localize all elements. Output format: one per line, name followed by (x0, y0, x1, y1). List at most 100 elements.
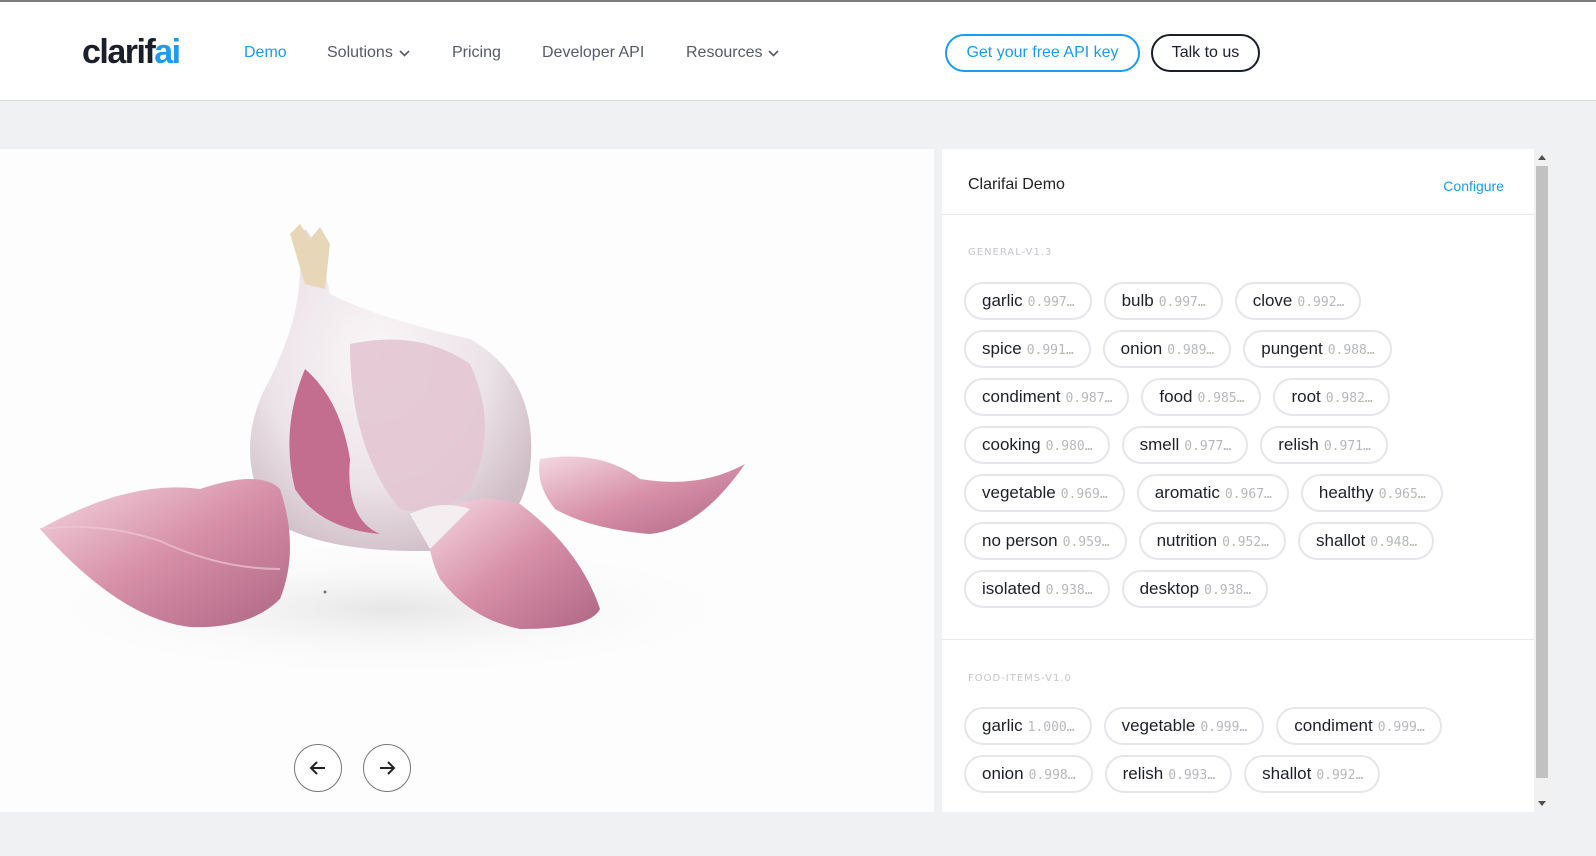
concept-tag[interactable]: onion 0.998… (964, 755, 1093, 793)
concept-tag[interactable]: root 0.982… (1273, 378, 1390, 416)
clarifai-logo[interactable]: clarifai (82, 32, 181, 72)
concept-tags-food: garlic 1.000… vegetable 0.999… condiment 0.99… (964, 707, 1494, 803)
concept-value: 0.938… (1204, 583, 1252, 598)
concept-value: 0.965… (1378, 487, 1426, 502)
model-label-food: FOOD-ITEMS-V1.0 (968, 673, 1072, 684)
concept-value: 0.985… (1197, 391, 1245, 406)
concept-tag[interactable]: vegetable 0.969… (964, 474, 1125, 512)
talk-to-us-button[interactable]: Talk to us (1151, 34, 1260, 72)
concept-value: 0.980… (1045, 439, 1093, 454)
image-viewer (0, 149, 934, 812)
predictions-panel: Clarifai Demo Configure GENERAL-V1.3 gar… (942, 149, 1534, 812)
concept-value: 0.992… (1297, 295, 1345, 310)
concept-tag[interactable]: clove 0.992… (1234, 282, 1362, 320)
concept-value: 0.988… (1327, 343, 1375, 358)
concept-value: 0.999… (1377, 720, 1425, 735)
concept-name: bulb (1121, 291, 1154, 310)
concept-value: 0.997… (1158, 295, 1206, 310)
scroll-down-arrow[interactable] (1538, 801, 1546, 806)
model-divider (942, 639, 1534, 640)
panel-scrollbar[interactable] (1534, 149, 1550, 812)
nav-demo[interactable]: Demo (244, 42, 287, 64)
concept-tag[interactable]: no person 0.959… (964, 522, 1127, 560)
concept-name: food (1159, 387, 1193, 406)
concept-name: condiment (982, 387, 1061, 406)
arrow-left-icon (309, 761, 325, 775)
concept-value: 0.999… (1200, 720, 1248, 735)
concept-name: onion (982, 764, 1024, 783)
concept-tag[interactable]: pungent 0.988… (1243, 330, 1392, 368)
concept-tag[interactable]: spice 0.991… (964, 330, 1091, 368)
concept-tag[interactable]: garlic 1.000… (964, 707, 1092, 745)
concept-name: pungent (1261, 339, 1323, 358)
nav-solutions[interactable]: Solutions (327, 42, 410, 64)
concept-name: relish (1278, 435, 1319, 454)
concept-tag[interactable]: isolated 0.938… (964, 570, 1110, 608)
concept-tags-general: garlic 0.997… bulb 0.997… clove 0.992… spice 0.… (964, 282, 1494, 618)
nav-pricing[interactable]: Pricing (452, 42, 501, 64)
concept-tag[interactable]: onion 0.989… (1102, 330, 1232, 368)
garlic-photo (30, 224, 750, 679)
concept-name: vegetable (1121, 716, 1196, 735)
concept-name: cooking (982, 435, 1041, 454)
concept-name: onion (1120, 339, 1163, 358)
concept-name: healthy (1318, 483, 1374, 502)
nav-resources[interactable]: Resources (686, 42, 780, 64)
concept-tag[interactable]: desktop 0.938… (1121, 570, 1269, 608)
concept-name: no person (982, 531, 1058, 550)
concept-name: spice (982, 339, 1022, 358)
concept-tag[interactable]: bulb 0.997… (1103, 282, 1223, 320)
site-header: clarifai Demo Solutions Pricing Develope… (0, 2, 1596, 101)
concept-name: isolated (982, 579, 1041, 598)
concept-value: 0.991… (1026, 343, 1074, 358)
concept-name: desktop (1139, 579, 1200, 598)
concept-tag[interactable]: vegetable 0.999… (1103, 707, 1265, 745)
concept-value: 0.948… (1370, 535, 1418, 550)
concept-name: clove (1252, 291, 1293, 310)
nav-developer-api[interactable]: Developer API (542, 42, 644, 64)
concept-value: 0.938… (1045, 583, 1093, 598)
concept-tag[interactable]: shallot 0.992… (1244, 755, 1381, 793)
concept-tag[interactable]: healthy 0.965… (1300, 474, 1443, 512)
concept-tag[interactable]: shallot 0.948… (1298, 522, 1435, 560)
concept-tag[interactable]: relish 0.971… (1260, 426, 1388, 464)
concept-tag[interactable]: garlic 0.997… (964, 282, 1092, 320)
next-image-button[interactable] (363, 744, 411, 792)
concept-tag[interactable]: condiment 0.987… (964, 378, 1130, 416)
concept-name: smell (1139, 435, 1180, 454)
configure-link[interactable]: Configure (1443, 178, 1504, 194)
concept-value: 0.967… (1224, 487, 1272, 502)
concept-value: 0.993… (1168, 768, 1216, 783)
concept-tag[interactable]: aromatic 0.967… (1136, 474, 1289, 512)
chevron-down-icon (768, 42, 780, 64)
concept-tag[interactable]: condiment 0.999… (1276, 707, 1442, 745)
concept-name: shallot (1316, 531, 1366, 550)
previous-image-button[interactable] (294, 744, 342, 792)
concept-name: relish (1122, 764, 1164, 783)
concept-value: 0.977… (1184, 439, 1232, 454)
concept-name: garlic (982, 716, 1023, 735)
panel-header: Clarifai Demo Configure (942, 149, 1534, 215)
arrow-right-icon (380, 761, 396, 775)
concept-value: 0.987… (1065, 391, 1113, 406)
concept-name: aromatic (1154, 483, 1220, 502)
scroll-up-arrow[interactable] (1538, 155, 1546, 160)
concept-value: 0.959… (1062, 535, 1110, 550)
get-api-key-button[interactable]: Get your free API key (945, 34, 1140, 72)
concept-name: shallot (1262, 764, 1312, 783)
panel-title: Clarifai Demo (968, 176, 1065, 193)
concept-tag[interactable]: smell 0.977… (1121, 426, 1249, 464)
scroll-thumb[interactable] (1536, 166, 1548, 778)
concept-name: nutrition (1156, 531, 1218, 550)
concept-value: 0.992… (1316, 768, 1364, 783)
concept-tag[interactable]: relish 0.993… (1104, 755, 1233, 793)
concept-tag[interactable]: food 0.985… (1141, 378, 1262, 416)
concept-name: garlic (982, 291, 1023, 310)
concept-tag[interactable]: cooking 0.980… (964, 426, 1110, 464)
concept-tag[interactable]: nutrition 0.952… (1138, 522, 1287, 560)
chevron-down-icon (399, 42, 410, 64)
concept-value: 0.969… (1060, 487, 1108, 502)
concept-value: 0.989… (1167, 343, 1215, 358)
model-label-general: GENERAL-V1.3 (968, 247, 1053, 258)
concept-value: 0.997… (1027, 295, 1075, 310)
